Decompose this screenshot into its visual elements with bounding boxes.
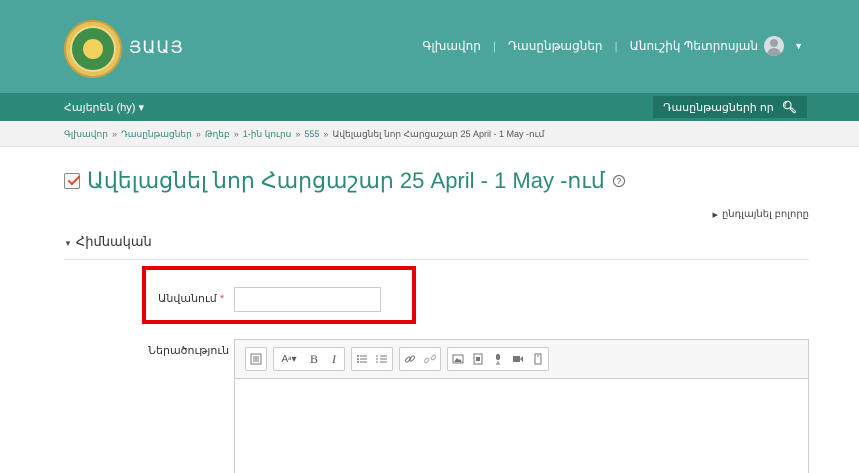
nav-separator: | [492,39,497,53]
numbered-list-icon[interactable] [372,348,392,370]
breadcrumb-bar: Գլխավոր» Դասընթացներ» Թղեբ» 1-ին կուրս» 555»… [0,121,859,147]
link-icon[interactable] [400,348,420,370]
custom-menu-bar: Հայերեն (hy) ▾ Դասընթացների որ 🔍︎ [0,93,859,121]
course-search-button[interactable]: Դասընթացների որ 🔍︎ [653,96,807,118]
breadcrumb-item[interactable]: Գլխավոր [64,129,108,139]
breadcrumb-item[interactable]: Դասընթացներ [121,129,192,139]
required-marker: * [219,293,225,305]
record-video-icon[interactable] [508,348,528,370]
media-icon[interactable] [468,348,488,370]
breadcrumb-separator: » [233,129,239,139]
italic-icon[interactable]: I [324,348,344,370]
name-field-label: Անվանում * [158,292,224,305]
breadcrumb-item[interactable]: Թղեբ [205,129,230,139]
page-title-text: Ավելացնել նոր Հարցաշար 25 April - 1 May … [87,168,605,193]
search-icon: 🔍︎ [781,100,797,114]
font-size-icon[interactable]: Aa ▾ [274,348,304,370]
course-search-label: Դասընթացների որ [663,101,774,114]
caret-right-icon: ▶ [712,212,718,219]
breadcrumb-separator: » [195,129,201,139]
top-navigation: Գլխավոր | Դասընթացներ | Անուշիկ Պետրոսյա… [422,36,803,56]
breadcrumb-separator: » [295,129,301,139]
expand-all-label: ընդլայնել բոլորը [721,209,809,220]
site-logo[interactable] [64,20,122,78]
breadcrumb-separator: » [111,129,117,139]
breadcrumb-separator: » [323,129,329,139]
language-menu[interactable]: Հայերեն (hy) ▾ [64,101,144,114]
nav-home-link[interactable]: Գլխավոր [422,39,481,53]
expand-all-link[interactable]: ▶ ընդլայնել բոլորը [713,209,809,220]
help-icon[interactable]: ? [612,175,625,187]
image-icon[interactable] [448,348,468,370]
user-name[interactable]: Անուշիկ Պետրոսյան [630,39,758,53]
site-name[interactable]: ՅԱԱՅ [129,38,184,58]
breadcrumb-item[interactable]: 1-ին կուրս [243,129,292,139]
page-title: Ավելացնել նոր Հարցաշար 25 April - 1 May … [64,168,625,194]
description-field-label: Ներածություն [148,345,230,357]
breadcrumb: Գլխավոր» Դասընթացներ» Թղեբ» 1-ին կուրս» 555»… [64,129,544,140]
record-audio-icon[interactable] [488,348,508,370]
name-label-text: Անվանում [158,293,217,305]
quiz-icon [64,173,80,189]
section-header-general[interactable]: ▼ Հիմնական [64,234,152,250]
bold-icon[interactable]: B [304,348,324,370]
unlink-icon[interactable] [420,348,440,370]
nav-courses-link[interactable]: Դասընթացներ [508,39,603,53]
description-editor[interactable]: Aa ▾ B I [234,339,809,473]
breadcrumb-current: Ավելացնել նոր Հարցաշար 25 April - 1 May … [332,129,545,139]
name-input[interactable] [234,287,381,312]
chevron-down-icon[interactable]: ▼ [794,41,803,51]
bullet-list-icon[interactable] [352,348,372,370]
site-header: ՅԱԱՅ Գլխավոր | Դասընթացներ | Անուշիկ Պետ… [0,0,859,93]
editor-toolbar: Aa ▾ B I [235,340,808,379]
section-divider [64,259,809,260]
nav-separator: | [614,39,618,53]
avatar[interactable] [764,36,785,56]
caret-down-icon: ▼ [64,239,72,248]
breadcrumb-item[interactable]: 555 [304,129,319,139]
manage-files-icon[interactable] [528,348,548,370]
collapse-icon[interactable] [246,348,266,370]
section-title: Հիմնական [75,234,152,249]
